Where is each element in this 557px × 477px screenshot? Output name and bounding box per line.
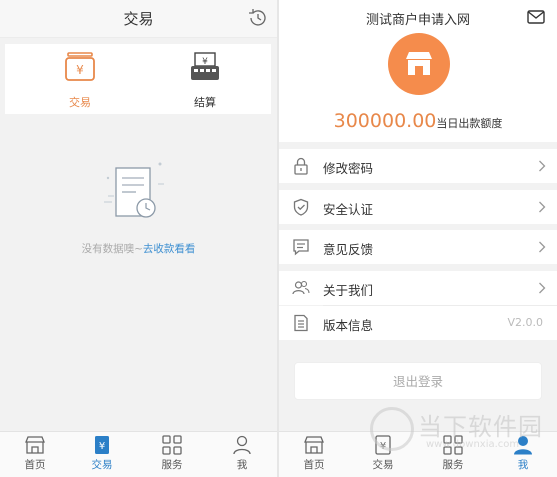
chevron-right-icon <box>539 201 546 213</box>
history-icon[interactable] <box>247 7 269 29</box>
tab-settle-label: 结算 <box>194 96 216 109</box>
store-icon <box>406 52 432 75</box>
tab-settle[interactable]: ¥ 结算 <box>175 50 235 112</box>
trade-screen: 交易 ¥ 交易 ¥ 结算 没有数据噢~去收款看看 首页 ¥ 交易 服务 我 <box>0 0 277 477</box>
menu-feedback[interactable]: 意见反馈 <box>279 230 557 264</box>
watermark-url: www.downxia.com <box>426 439 520 450</box>
menu-label: 版本信息 <box>323 318 374 333</box>
lock-icon <box>294 157 308 175</box>
watermark-title: 当下软件园 <box>418 413 543 441</box>
person-icon <box>233 435 251 455</box>
nav-me-label: 我 <box>236 459 248 471</box>
nav-trade[interactable]: ¥ 交易 <box>77 434 127 476</box>
nav-service-label: 服务 <box>161 459 183 471</box>
nav-me-label: 我 <box>517 459 529 471</box>
profile-header: 测试商户申请入网 300000.00当日出款额度 <box>279 0 557 142</box>
nav-service[interactable]: 服务 <box>147 434 197 476</box>
withdraw-limit: 300000.00当日出款额度 <box>279 110 557 132</box>
chevron-right-icon <box>539 282 546 294</box>
watermark: 当下软件园 www.downxia.com <box>370 405 557 453</box>
limit-label: 当日出款额度 <box>436 117 503 130</box>
empty-message: 没有数据噢~去收款看看 <box>0 241 277 256</box>
nav-home[interactable]: 首页 <box>289 434 339 476</box>
yen-wallet-icon: ¥ <box>65 52 95 81</box>
menu-label: 安全认证 <box>323 202 374 217</box>
yen-register-icon: ¥ <box>191 52 219 80</box>
menu-change-password[interactable]: 修改密码 <box>279 149 557 183</box>
nav-home-label: 首页 <box>24 459 46 471</box>
nav-home[interactable]: 首页 <box>10 434 60 476</box>
document-icon <box>294 314 308 332</box>
empty-text: 没有数据噢~ <box>81 243 143 255</box>
empty-document-icon <box>104 162 164 218</box>
version-value: V2.0.0 <box>507 316 543 329</box>
yen-card-icon: ¥ <box>95 436 109 454</box>
tab-trade-label: 交易 <box>69 96 91 109</box>
menu-version[interactable]: 版本信息 V2.0.0 <box>279 306 557 340</box>
go-collect-link[interactable]: 去收款看看 <box>143 243 196 255</box>
trade-tab-card: ¥ 交易 ¥ 结算 <box>5 44 271 114</box>
store-avatar <box>388 33 450 95</box>
menu-about[interactable]: 关于我们 <box>279 271 557 305</box>
bottom-nav: 首页 ¥ 交易 服务 我 <box>0 431 277 477</box>
trade-header: 交易 <box>0 0 277 38</box>
shield-icon <box>293 198 309 216</box>
nav-home-label: 首页 <box>303 459 325 471</box>
menu-security[interactable]: 安全认证 <box>279 190 557 224</box>
store-icon <box>25 436 45 454</box>
menu-label: 修改密码 <box>323 161 374 176</box>
grid-icon <box>162 435 182 455</box>
menu-label: 意见反馈 <box>323 242 374 257</box>
svg-text:¥: ¥ <box>99 441 105 452</box>
nav-trade-label: 交易 <box>372 459 394 471</box>
feedback-icon <box>293 239 309 256</box>
page-title: 交易 <box>123 10 154 28</box>
watermark-logo <box>370 407 414 451</box>
store-icon <box>304 436 324 454</box>
nav-trade-label: 交易 <box>91 459 113 471</box>
logout-button[interactable]: 退出登录 <box>294 362 542 400</box>
chevron-right-icon <box>539 160 546 172</box>
chevron-right-icon <box>539 241 546 253</box>
merchant-name: 测试商户申请入网 <box>365 13 470 28</box>
mail-icon[interactable] <box>527 9 545 25</box>
svg-text:¥: ¥ <box>76 63 84 77</box>
tab-trade[interactable]: ¥ 交易 <box>50 50 110 112</box>
svg-text:¥: ¥ <box>202 57 208 67</box>
people-icon <box>292 280 310 295</box>
nav-me[interactable]: 我 <box>217 434 267 476</box>
menu-label: 关于我们 <box>323 283 374 298</box>
nav-service-label: 服务 <box>442 459 464 471</box>
limit-amount: 300000.00 <box>333 110 437 132</box>
